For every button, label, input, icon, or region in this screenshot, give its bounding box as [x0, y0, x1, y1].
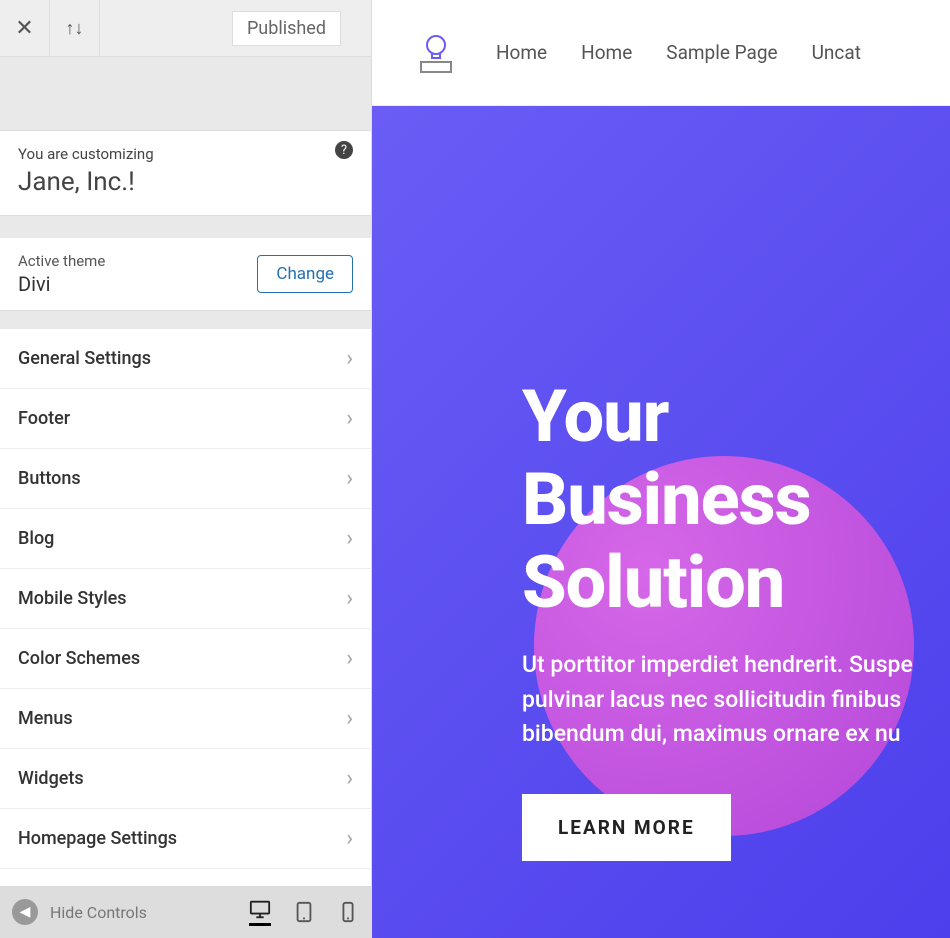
menu-item-homepage-settings[interactable]: Homepage Settings › [0, 809, 371, 869]
chevron-right-icon: › [346, 466, 353, 491]
menu-item-mobile-styles[interactable]: Mobile Styles › [0, 569, 371, 629]
menu-item-color-schemes[interactable]: Color Schemes › [0, 629, 371, 689]
nav-link-sample-page[interactable]: Sample Page [666, 41, 777, 64]
desktop-icon [249, 898, 271, 920]
active-theme-label: Active theme [18, 252, 257, 270]
chevron-right-icon: › [346, 766, 353, 791]
triangle-left-icon: ◀ [20, 904, 31, 920]
spacer [0, 216, 371, 238]
hide-controls-label[interactable]: Hide Controls [50, 903, 237, 922]
menu-item-label: General Settings [18, 348, 151, 369]
hero-text: Ut porttitor imperdiet hendrerit. Suspe … [522, 648, 950, 752]
active-theme-name: Divi [18, 272, 257, 296]
lightbulb-icon [413, 30, 459, 76]
hero-text-line1: Ut porttitor imperdiet hendrerit. Suspe [522, 651, 913, 678]
chevron-right-icon: › [346, 526, 353, 551]
menu-item-label: Blog [18, 528, 54, 549]
menu-item-menus[interactable]: Menus › [0, 689, 371, 749]
site-logo[interactable] [410, 27, 462, 79]
desktop-preview-button[interactable] [249, 898, 271, 926]
hero-section: Your Business Solution Ut porttitor impe… [372, 106, 950, 938]
collapse-button[interactable]: ◀ [12, 899, 38, 925]
menu-item-label: Footer [18, 408, 70, 429]
customizer-sidebar: ✕ ↑↓ Published You are customizing Jane,… [0, 0, 372, 938]
spacer [0, 311, 371, 329]
chevron-right-icon: › [346, 406, 353, 431]
chevron-right-icon: › [346, 586, 353, 611]
menu-item-label: Buttons [18, 468, 81, 489]
nav-link-home-2[interactable]: Home [581, 41, 632, 64]
menu-item-blog[interactable]: Blog › [0, 509, 371, 569]
menu-item-label: Menus [18, 708, 73, 729]
sidebar-topbar: ✕ ↑↓ Published [0, 0, 371, 57]
reorder-button[interactable]: ↑↓ [50, 0, 100, 57]
menu-item-buttons[interactable]: Buttons › [0, 449, 371, 509]
menu-item-general-settings[interactable]: General Settings › [0, 329, 371, 389]
menu-item-label: Homepage Settings [18, 828, 177, 849]
change-theme-button[interactable]: Change [257, 255, 353, 293]
nav-link-home[interactable]: Home [496, 41, 547, 64]
menu-item-widgets[interactable]: Widgets › [0, 749, 371, 809]
settings-menu: General Settings › Footer › Buttons › Blog ›… [0, 329, 371, 886]
nav-link-uncategorized[interactable]: Uncat [812, 41, 861, 64]
active-theme-row: Active theme Divi Change [0, 238, 371, 311]
device-preview-toggle [249, 898, 359, 926]
learn-more-button[interactable]: LEARN MORE [522, 794, 731, 861]
sort-icon: ↑↓ [66, 18, 84, 39]
site-preview: Home Home Sample Page Uncat Your Busines… [372, 0, 950, 938]
sidebar-bottombar: ◀ Hide Controls [0, 886, 371, 938]
menu-item-footer[interactable]: Footer › [0, 389, 371, 449]
chevron-right-icon: › [346, 826, 353, 851]
customizing-header: You are customizing Jane, Inc.! ? [0, 130, 371, 216]
menu-item-label: Mobile Styles [18, 588, 127, 609]
close-icon: ✕ [15, 16, 33, 41]
hero-text-line3: bibendum dui, maximus ornare ex nu [522, 720, 901, 747]
close-button[interactable]: ✕ [0, 0, 50, 57]
menu-item-label: Widgets [18, 768, 84, 789]
hero-title: Your Business Solution [522, 376, 950, 624]
chevron-right-icon: › [346, 706, 353, 731]
preview-header: Home Home Sample Page Uncat [372, 0, 950, 106]
chevron-right-icon: › [346, 646, 353, 671]
site-title: Jane, Inc.! [18, 167, 353, 197]
spacer [0, 57, 371, 130]
tablet-preview-button[interactable] [293, 898, 315, 926]
customizing-label: You are customizing [18, 145, 353, 163]
mobile-preview-button[interactable] [337, 898, 359, 926]
publish-status[interactable]: Published [232, 11, 341, 46]
menu-item-additional-css[interactable]: Additional CSS› [0, 869, 371, 886]
hero-text-line2: pulvinar lacus nec sollicitudin finibus [522, 686, 901, 713]
help-icon[interactable]: ? [335, 141, 353, 159]
mobile-icon [337, 901, 359, 923]
hero-title-line1: Your Business [522, 374, 811, 542]
menu-item-label: Color Schemes [18, 648, 140, 669]
hero-title-line2: Solution [522, 540, 784, 625]
chevron-right-icon: › [346, 346, 353, 371]
tablet-icon [293, 901, 315, 923]
